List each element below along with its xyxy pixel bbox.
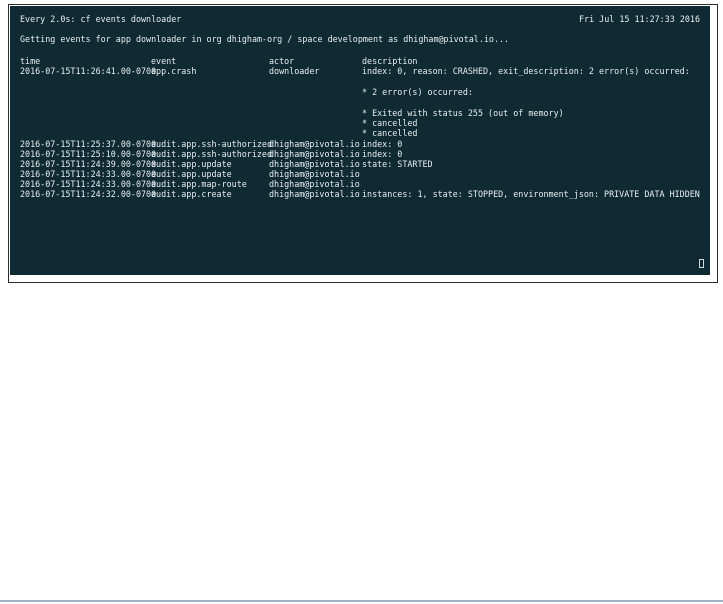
crash-detail: * cancelled	[362, 118, 418, 128]
header-actor: actor	[269, 56, 295, 66]
row-event: audit.app.map-route	[151, 179, 247, 189]
crash-detail: * 2 error(s) occurred:	[362, 87, 473, 97]
row-time: 2016-07-15T11:24:39.00-0700	[20, 159, 157, 169]
row-actor: dhigham@pivotal.io	[269, 149, 360, 159]
row-actor: dhigham@pivotal.io	[269, 189, 360, 199]
row-event: audit.app.update	[151, 159, 232, 169]
header-time: time	[20, 56, 41, 66]
row-time: 2016-07-15T11:24:33.00-0700	[20, 169, 157, 179]
row-event: audit.app.create	[151, 189, 232, 199]
row-event: audit.app.ssh-authorized	[151, 139, 273, 149]
crash-event: app.crash	[151, 66, 197, 76]
row-time: 2016-07-15T11:24:33.00-0700	[20, 179, 157, 189]
row-description: instances: 1, state: STOPPED, environmen…	[362, 189, 700, 199]
row-actor: dhigham@pivotal.io	[269, 139, 360, 149]
terminal-window[interactable]: Every 2.0s: cf events downloader Fri Jul…	[10, 6, 710, 275]
crash-detail: * cancelled	[362, 128, 418, 138]
watch-command: Every 2.0s: cf events downloader	[20, 14, 182, 24]
info-message: Getting events for app downloader in org…	[20, 34, 510, 44]
crash-description: index: 0, reason: CRASHED, exit_descript…	[362, 66, 690, 76]
crash-time: 2016-07-15T11:26:41.00-0700	[20, 66, 157, 76]
row-event: audit.app.ssh-authorized	[151, 149, 273, 159]
row-description: index: 0	[362, 149, 403, 159]
watch-datetime: Fri Jul 15 11:27:33 2016	[578, 14, 700, 24]
row-actor: dhigham@pivotal.io	[269, 159, 360, 169]
row-description: state: STARTED	[362, 159, 433, 169]
header-description: description	[362, 56, 418, 66]
row-actor: dhigham@pivotal.io	[269, 169, 360, 179]
row-time: 2016-07-15T11:25:37.00-0700	[20, 139, 157, 149]
row-description: index: 0	[362, 139, 403, 149]
crash-detail: * Exited with status 255 (out of memory)	[362, 108, 564, 118]
row-time: 2016-07-15T11:24:32.00-0700	[20, 189, 157, 199]
terminal-cursor	[699, 259, 704, 268]
row-actor: dhigham@pivotal.io	[269, 179, 360, 189]
header-event: event	[151, 56, 177, 66]
bottom-divider	[0, 600, 723, 602]
row-event: audit.app.update	[151, 169, 232, 179]
crash-actor: downloader	[269, 66, 320, 76]
row-time: 2016-07-15T11:25:10.00-0700	[20, 149, 157, 159]
